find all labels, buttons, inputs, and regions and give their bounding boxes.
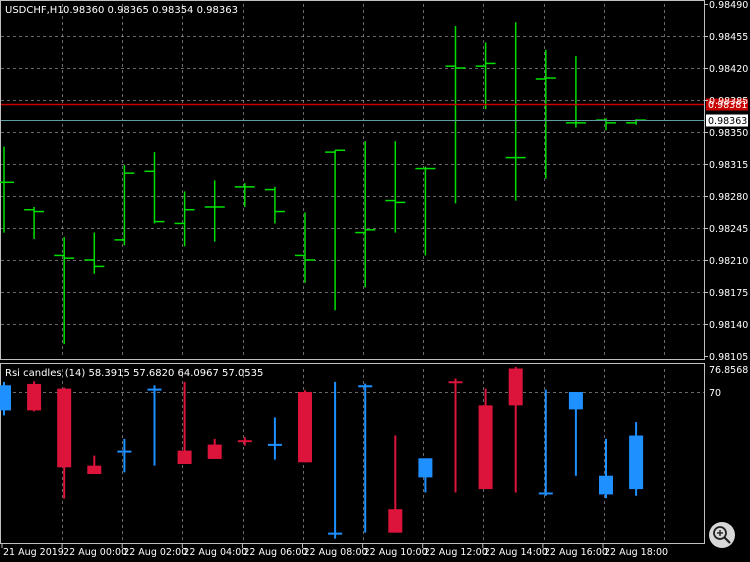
magnifier-background — [709, 522, 735, 548]
time-tick-label: 22 Aug 00:00 — [63, 547, 127, 558]
trading-chart[interactable]: 0.983810.98363 0.984900.984550.984200.98… — [0, 0, 750, 562]
price-tick-label: 0.98280 — [709, 192, 748, 203]
price-tick-label: 0.98420 — [709, 64, 748, 75]
price-tick-label: 0.98350 — [709, 128, 748, 139]
price-tick-label: 0.98105 — [709, 352, 748, 363]
price-tick-label: 0.98210 — [709, 256, 748, 267]
time-tick-label: 22 Aug 06:00 — [243, 547, 307, 558]
time-tick-label: 22 Aug 04:00 — [183, 547, 247, 558]
price-tick-label: 0.98245 — [709, 224, 748, 235]
price-tick-label: 0.98175 — [709, 288, 748, 299]
zoom-magnifier-button[interactable] — [709, 522, 735, 548]
price-tick-label: 0.98455 — [709, 32, 748, 43]
rsi-candle-body — [629, 435, 644, 490]
rsi-candle-body — [418, 458, 433, 478]
rsi-candle-body — [478, 405, 493, 490]
rsi-candle-body — [448, 381, 463, 384]
price-tick-label: 0.98385 — [709, 96, 748, 107]
rsi-tick-label: 70 — [709, 388, 721, 399]
rsi-candle-body — [538, 492, 553, 495]
rsi-candle-body — [298, 391, 312, 463]
price-tick-label: 0.98315 — [709, 160, 748, 171]
ohlc-readout: 0.98360 0.98365 0.98354 0.98363 — [63, 5, 238, 16]
rsi-candle-body — [207, 444, 222, 459]
symbol-label: USDCHF,H1 — [5, 5, 64, 16]
time-tick-label: 21 Aug 2019 — [3, 547, 64, 558]
time-tick-label: 22 Aug 16:00 — [544, 547, 608, 558]
time-tick-label: 22 Aug 10:00 — [364, 547, 428, 558]
rsi-candle — [0, 381, 11, 416]
indicator-label: Rsi candles (14) 58.3915 57.6820 64.0967… — [5, 368, 263, 379]
price-tick-label: 0.98490 — [709, 0, 748, 11]
rsi-candle-body — [328, 532, 343, 535]
time-tick-label: 22 Aug 12:00 — [424, 547, 488, 558]
time-tick-label: 22 Aug 18:00 — [604, 547, 668, 558]
rsi-candle — [298, 390, 312, 463]
rsi-candle — [27, 381, 42, 412]
price-tick-label: 0.98140 — [709, 320, 748, 331]
rsi-candle-body — [599, 475, 613, 495]
rsi-candle-body — [0, 385, 11, 411]
rsi-candle-body — [117, 450, 132, 453]
rsi-candle-body — [237, 440, 252, 443]
rsi-candle-body — [568, 391, 583, 410]
rsi-candle-body — [177, 450, 192, 464]
rsi-candle-body — [147, 388, 162, 391]
rsi-candle-body — [27, 383, 42, 411]
rsi-candle-body — [388, 509, 403, 533]
rsi-candle-body — [358, 385, 373, 388]
rsi-candle-body — [87, 465, 102, 475]
time-tick-label: 22 Aug 08:00 — [304, 547, 368, 558]
current-price-label: 0.98363 — [708, 116, 747, 127]
rsi-candle-body — [267, 443, 282, 446]
time-tick-label: 22 Aug 02:00 — [123, 547, 187, 558]
rsi-tick-label: 76.8568 — [709, 365, 748, 376]
time-tick-label: 22 Aug 14:00 — [484, 547, 548, 558]
rsi-candle-body — [508, 368, 523, 406]
rsi-candle-body — [57, 388, 72, 468]
